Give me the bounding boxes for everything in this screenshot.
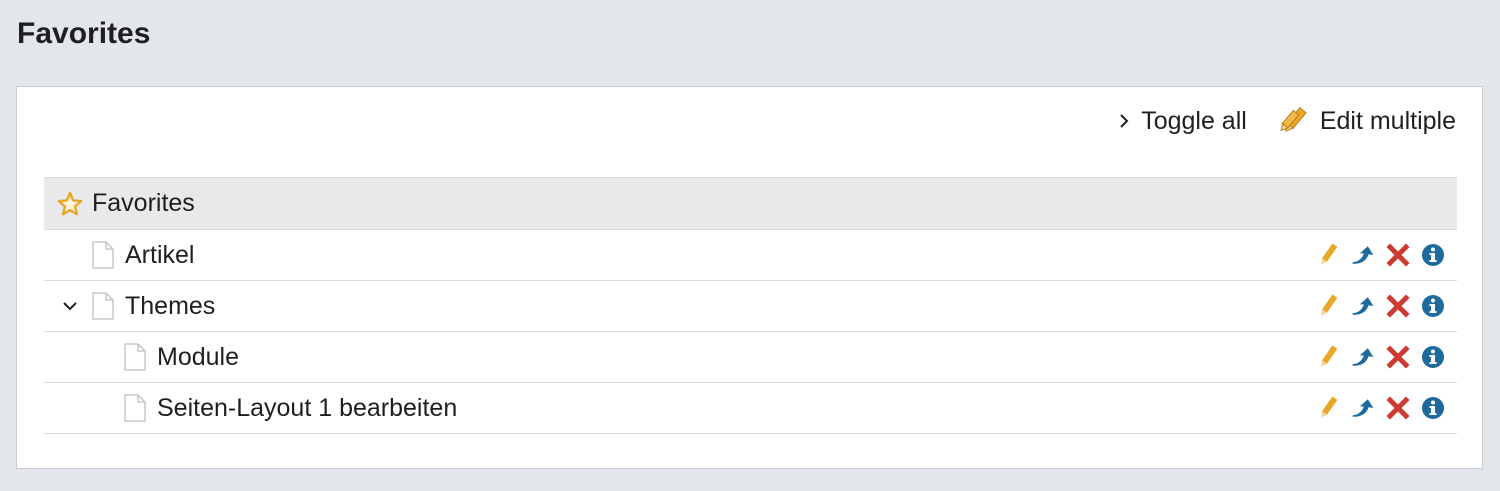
edit-multiple-label: Edit multiple <box>1319 106 1456 135</box>
edit-icon[interactable] <box>1316 395 1340 421</box>
edit-icon[interactable] <box>1316 242 1340 268</box>
pencils-icon <box>1279 106 1309 136</box>
tree-item-seiten-layout[interactable]: Seiten-Layout 1 bearbeiten <box>44 383 1457 434</box>
row-actions <box>1316 383 1445 433</box>
tree-root-row[interactable]: Favorites <box>44 177 1457 230</box>
toggle-all-button[interactable]: Toggle all <box>1118 107 1247 136</box>
move-icon[interactable] <box>1351 344 1375 370</box>
row-actions <box>1316 332 1445 382</box>
delete-icon[interactable] <box>1386 395 1410 421</box>
edit-multiple-button[interactable]: Edit multiple <box>1279 106 1456 136</box>
info-icon[interactable] <box>1421 293 1445 319</box>
delete-icon[interactable] <box>1386 293 1410 319</box>
info-icon[interactable] <box>1421 395 1445 421</box>
row-actions <box>1316 281 1445 331</box>
star-icon <box>57 191 83 217</box>
edit-icon[interactable] <box>1316 344 1340 370</box>
tree-item-themes[interactable]: Themes <box>44 281 1457 332</box>
document-icon <box>123 394 147 422</box>
move-icon[interactable] <box>1351 242 1375 268</box>
move-icon[interactable] <box>1351 293 1375 319</box>
delete-icon[interactable] <box>1386 344 1410 370</box>
document-icon <box>123 343 147 371</box>
page-title: Favorites <box>17 17 151 50</box>
chevron-right-icon <box>1118 112 1130 130</box>
tree-item-label[interactable]: Module <box>157 343 239 372</box>
tree-item-label[interactable]: Seiten-Layout 1 bearbeiten <box>157 394 457 423</box>
tree-item-label[interactable]: Artikel <box>125 241 194 270</box>
favorites-panel: Toggle all Edit multiple Favorites Artik… <box>16 86 1483 469</box>
toggle-all-label: Toggle all <box>1141 106 1247 135</box>
move-icon[interactable] <box>1351 395 1375 421</box>
delete-icon[interactable] <box>1386 242 1410 268</box>
tree-item-module[interactable]: Module <box>44 332 1457 383</box>
row-actions <box>1316 230 1445 280</box>
chevron-down-icon[interactable] <box>62 281 78 331</box>
tree-item-artikel[interactable]: Artikel <box>44 230 1457 281</box>
info-icon[interactable] <box>1421 344 1445 370</box>
edit-icon[interactable] <box>1316 293 1340 319</box>
favorites-tree: Favorites Artikel Themes Module Seiten-L… <box>44 177 1457 434</box>
tree-item-label[interactable]: Themes <box>125 292 215 321</box>
tree-root-label: Favorites <box>92 189 195 217</box>
document-icon <box>91 292 115 320</box>
document-icon <box>91 241 115 269</box>
toolbar: Toggle all Edit multiple <box>1118 103 1456 139</box>
info-icon[interactable] <box>1421 242 1445 268</box>
